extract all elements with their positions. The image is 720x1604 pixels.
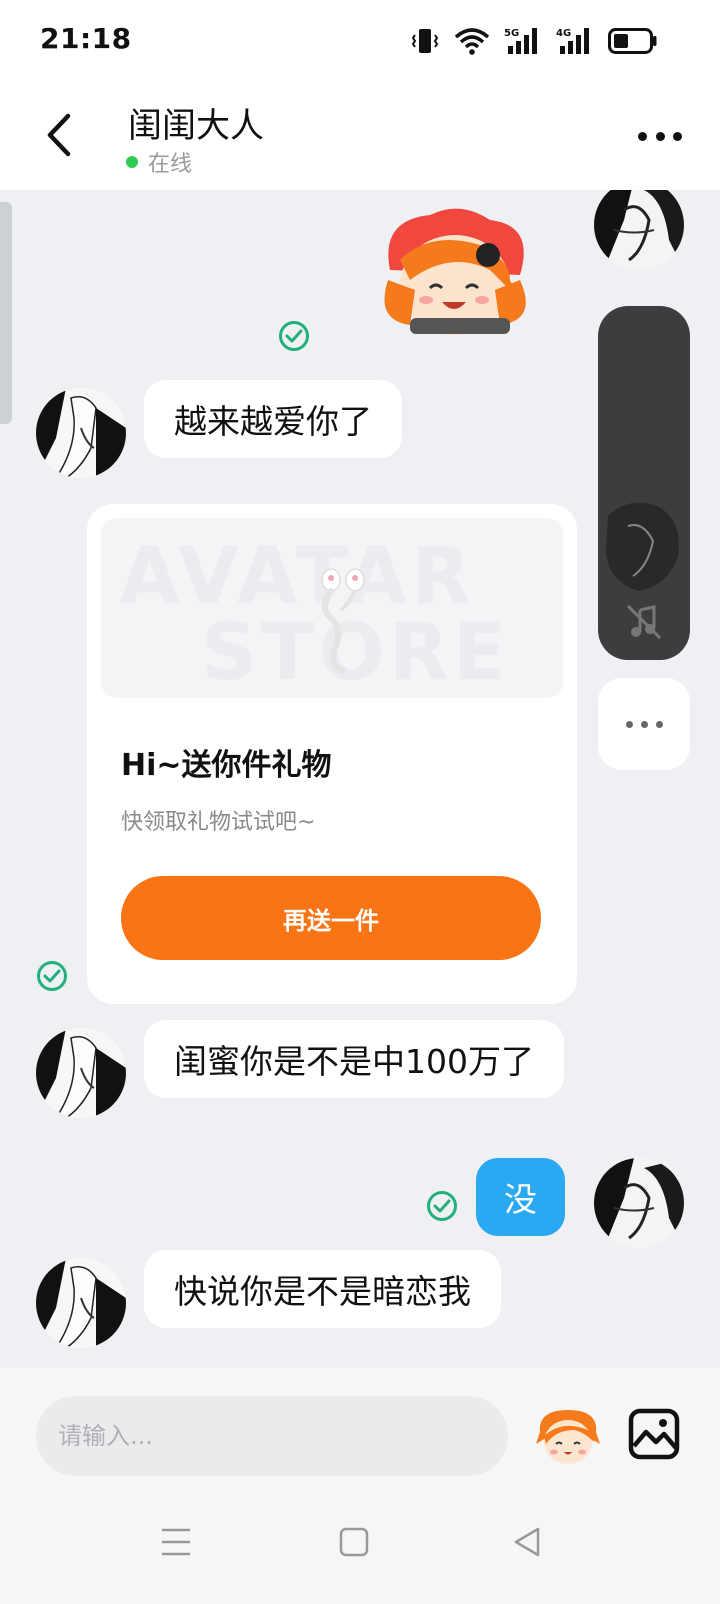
message-bubble[interactable]: 快说你是不是暗恋我 [144, 1250, 501, 1328]
chat-header: 闺闺大人 在线 [0, 80, 720, 190]
dot-icon [640, 720, 648, 728]
gift-title: Hi~送你件礼物 [121, 748, 332, 783]
dot-icon [625, 720, 633, 728]
message-input-bar [0, 1368, 720, 1484]
back-nav-icon[interactable] [506, 1520, 550, 1564]
status-bar: 21:18 5G 4G [0, 0, 720, 80]
chat-title: 闺闺大人 [128, 106, 264, 146]
home-nav-icon[interactable] [332, 1520, 376, 1564]
status-time: 21:18 [40, 22, 132, 55]
wifi-icon [454, 28, 490, 55]
message-bubble[interactable]: 闺蜜你是不是中100万了 [144, 1020, 564, 1098]
gift-card[interactable]: AVATAR STORE Hi~送你件礼物 快领取礼物试试吧~ 再送一件 [87, 504, 577, 1004]
net2-label: 4G [556, 28, 571, 39]
more-options-button[interactable] [638, 126, 682, 146]
signal-5g-icon: 5G [504, 28, 537, 54]
my-avatar[interactable] [594, 1158, 684, 1248]
back-button[interactable] [40, 112, 80, 158]
read-check-icon [279, 321, 309, 351]
system-navigation-bar [0, 1484, 720, 1604]
dot-icon [655, 720, 663, 728]
my-avatar[interactable] [594, 190, 684, 270]
friend-avatar[interactable] [36, 388, 126, 478]
image-picker-button[interactable] [628, 1408, 680, 1460]
message-bubble[interactable]: 越来越爱你了 [144, 380, 402, 458]
online-status-text: 在线 [148, 152, 193, 177]
gift-earphone-image [321, 568, 365, 673]
net1-label: 5G [504, 28, 519, 39]
status-icons: 5G 4G [410, 26, 658, 56]
scroll-indicator [0, 202, 12, 424]
read-check-icon [427, 1191, 457, 1221]
battery-icon [608, 28, 657, 54]
online-dot-icon [126, 156, 138, 168]
my-message-bubble[interactable]: 没 [476, 1158, 565, 1236]
floating-media-panel[interactable] [598, 306, 690, 660]
friend-avatar[interactable] [36, 1028, 126, 1118]
dot-icon [638, 131, 647, 141]
sticker-image[interactable] [370, 200, 540, 340]
chat-message-list[interactable]: 越来越爱你了 AVATAR STORE Hi~送你件礼物 快领取礼物试试吧~ 再… [0, 190, 720, 1368]
send-another-gift-button[interactable]: 再送一件 [121, 876, 541, 960]
menu-nav-icon[interactable] [154, 1520, 198, 1564]
signal-4g-icon: 4G [556, 28, 589, 54]
floating-more-button[interactable] [598, 678, 690, 770]
dot-icon [655, 131, 665, 141]
music-mute-icon[interactable] [624, 602, 664, 642]
vibrate-icon [411, 29, 439, 53]
gift-subtitle: 快领取礼物试试吧~ [121, 810, 316, 835]
friend-avatar[interactable] [36, 1258, 126, 1348]
character-silhouette-image [606, 502, 679, 591]
message-input[interactable] [36, 1396, 508, 1476]
dot-icon [673, 131, 682, 141]
gift-banner: AVATAR STORE [101, 518, 563, 698]
read-check-icon [37, 961, 67, 991]
emoji-sticker-button[interactable] [534, 1402, 602, 1468]
online-status: 在线 [126, 146, 192, 178]
